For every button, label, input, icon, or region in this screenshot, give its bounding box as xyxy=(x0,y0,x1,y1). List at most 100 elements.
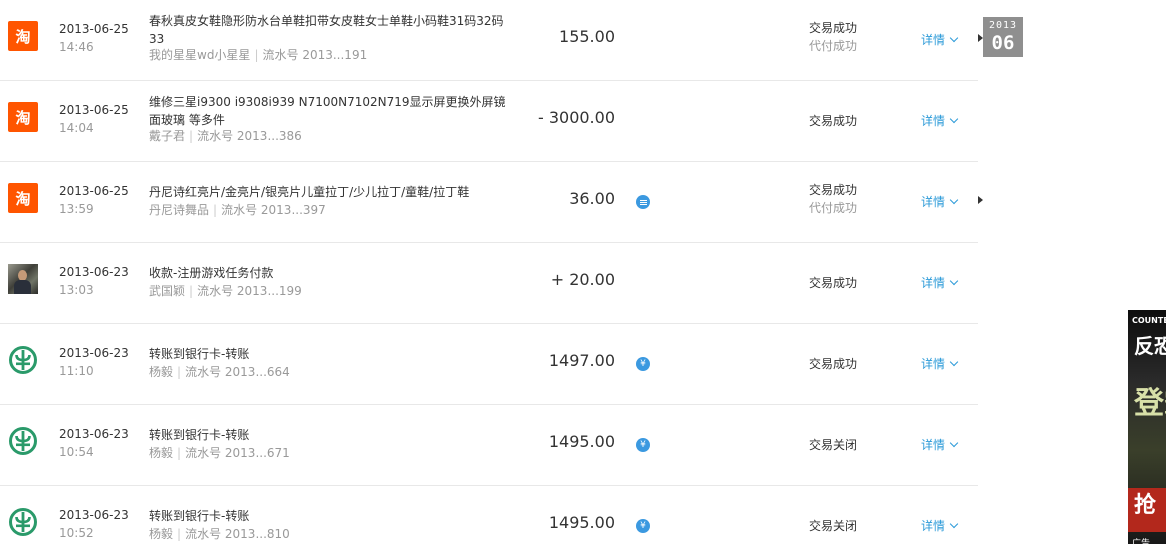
record-title[interactable]: 丹尼诗红亮片/金亮片/银亮片儿童拉丁/少儿拉丁/童鞋/拉丁鞋 xyxy=(149,183,517,201)
record-time: 10:52 xyxy=(59,526,94,540)
chevron-down-icon xyxy=(949,114,959,124)
record-title[interactable]: 春秋真皮女鞋隐形防水台单鞋扣带女皮鞋女士单鞋小码鞋31码32码33 xyxy=(149,12,517,48)
record-meta: 丹尼诗舞品 | 流水号 2013...397 xyxy=(149,202,326,218)
serial-number: 2013...199 xyxy=(236,284,302,298)
menu-icon[interactable] xyxy=(636,195,650,209)
transaction-row: 2013-06-23 11:10 转账到银行卡-转账 杨毅 | 流水号 2013..… xyxy=(0,324,978,405)
record-meta: 武国颖 | 流水号 2013...199 xyxy=(149,283,302,299)
transaction-row: 2013-06-23 10:52 转账到银行卡-转账 杨毅 | 流水号 2013..… xyxy=(0,486,978,544)
avatar xyxy=(8,264,38,294)
counterparty-name: 戴子君 xyxy=(149,129,186,143)
details-link[interactable]: 详情 xyxy=(921,193,959,211)
serial-number: 2013...397 xyxy=(260,203,326,217)
taobao-icon: 淘 xyxy=(8,183,38,213)
record-status: 交易关闭 xyxy=(809,517,857,535)
serial-label: 流水号 xyxy=(221,203,258,217)
status-text: 交易成功 xyxy=(809,21,858,35)
record-time: 14:46 xyxy=(59,40,94,54)
transaction-row: 淘 2013-06-25 13:59 丹尼诗红亮片/金亮片/银亮片儿童拉丁/少儿… xyxy=(0,162,978,243)
transaction-list: 淘 2013-06-25 14:46 春秋真皮女鞋隐形防水台单鞋扣带女皮鞋女士单… xyxy=(0,0,978,544)
record-title[interactable]: 转账到银行卡-转账 xyxy=(149,426,517,444)
month-marker-year: 2013 xyxy=(988,20,1018,31)
status-sub-text: 代付成功 xyxy=(809,201,858,215)
status-text: 交易成功 xyxy=(809,183,858,197)
details-label: 详情 xyxy=(921,195,946,209)
details-link[interactable]: 详情 xyxy=(921,436,959,454)
yuan-icon[interactable]: ¥ xyxy=(636,357,650,371)
serial-label: 流水号 xyxy=(197,284,234,298)
details-link[interactable]: 详情 xyxy=(921,355,959,373)
separator: | xyxy=(189,284,194,298)
counterparty-name: 武国颖 xyxy=(149,284,186,298)
status-text: 交易关闭 xyxy=(809,519,858,533)
record-date: 2013-06-25 xyxy=(59,184,129,198)
record-amount: 155.00 xyxy=(559,27,615,46)
record-meta: 杨毅 | 流水号 2013...671 xyxy=(149,445,290,461)
serial-number: 2013...386 xyxy=(236,129,302,143)
record-time: 13:03 xyxy=(59,283,94,297)
serial-label: 流水号 xyxy=(185,446,222,460)
record-amount: 1495.00 xyxy=(548,432,615,451)
record-date: 2013-06-23 xyxy=(59,346,129,360)
counterparty-name: 杨毅 xyxy=(149,527,174,541)
transaction-row: 2013-06-23 10:54 转账到银行卡-转账 杨毅 | 流水号 2013..… xyxy=(0,405,978,486)
details-label: 详情 xyxy=(921,33,946,47)
ad-label: 广告 xyxy=(1132,539,1151,544)
chevron-down-icon xyxy=(949,438,959,448)
record-title[interactable]: 转账到银行卡-转账 xyxy=(149,345,517,363)
status-text: 交易成功 xyxy=(809,357,858,371)
record-status: 交易成功 xyxy=(809,274,857,292)
status-text: 交易成功 xyxy=(809,276,858,290)
record-date: 2013-06-23 xyxy=(59,265,129,279)
separator: | xyxy=(254,48,259,62)
record-amount: 1497.00 xyxy=(548,351,615,370)
status-sub-text: 代付成功 xyxy=(809,39,858,53)
details-label: 详情 xyxy=(921,114,946,128)
separator: | xyxy=(189,129,194,143)
details-label: 详情 xyxy=(921,357,946,371)
bank-icon xyxy=(8,507,38,537)
separator: | xyxy=(177,527,182,541)
record-status: 交易成功 代付成功 xyxy=(809,19,857,55)
record-status: 交易成功 xyxy=(809,112,857,130)
record-date: 2013-06-23 xyxy=(59,427,129,441)
ad-headline: 登霸 xyxy=(1134,386,1166,421)
serial-number: 2013...191 xyxy=(302,48,368,62)
record-meta: 杨毅 | 流水号 2013...810 xyxy=(149,526,290,542)
yuan-icon[interactable]: ¥ xyxy=(636,438,650,452)
record-time: 11:10 xyxy=(59,364,94,378)
ad-title: 反恐 xyxy=(1134,334,1166,358)
ad-stripe-text: 抢 xyxy=(1134,493,1157,518)
record-title[interactable]: 收款-注册游戏任务付款 xyxy=(149,264,517,282)
yuan-icon[interactable]: ¥ xyxy=(636,519,650,533)
separator: | xyxy=(177,365,182,379)
details-link[interactable]: 详情 xyxy=(921,517,959,535)
taobao-icon: 淘 xyxy=(8,21,38,51)
chevron-down-icon xyxy=(949,357,959,367)
record-meta: 戴子君 | 流水号 2013...386 xyxy=(149,128,302,144)
details-link[interactable]: 详情 xyxy=(921,31,959,49)
month-marker: 2013 06 xyxy=(983,17,1023,57)
side-advertisement[interactable]: COUNTER 反恐 登霸 抢 广告 xyxy=(1128,310,1166,544)
counterparty-name: 杨毅 xyxy=(149,446,174,460)
ad-brand-text: COUNTER xyxy=(1132,316,1166,325)
record-amount: - 3000.00 xyxy=(537,108,615,127)
serial-label: 流水号 xyxy=(185,527,222,541)
counterparty-name: 杨毅 xyxy=(149,365,174,379)
separator: | xyxy=(177,446,182,460)
transaction-row: 淘 2013-06-25 14:04 维修三星i9300 i9308i939 N… xyxy=(0,81,978,162)
bank-icon xyxy=(8,345,38,375)
transaction-row: 2013-06-23 13:03 收款-注册游戏任务付款 武国颖 | 流水号 201… xyxy=(0,243,978,324)
details-link[interactable]: 详情 xyxy=(921,274,959,292)
record-title[interactable]: 维修三星i9300 i9308i939 N7100N7102N719显示屏更换外… xyxy=(149,93,517,129)
serial-label: 流水号 xyxy=(185,365,222,379)
record-title[interactable]: 转账到银行卡-转账 xyxy=(149,507,517,525)
serial-label: 流水号 xyxy=(262,48,299,62)
chevron-down-icon xyxy=(949,33,959,43)
serial-number: 2013...810 xyxy=(224,527,290,541)
status-text: 交易关闭 xyxy=(809,438,858,452)
record-status: 交易成功 代付成功 xyxy=(809,181,857,217)
details-label: 详情 xyxy=(921,438,946,452)
chevron-down-icon xyxy=(949,519,959,529)
details-link[interactable]: 详情 xyxy=(921,112,959,130)
